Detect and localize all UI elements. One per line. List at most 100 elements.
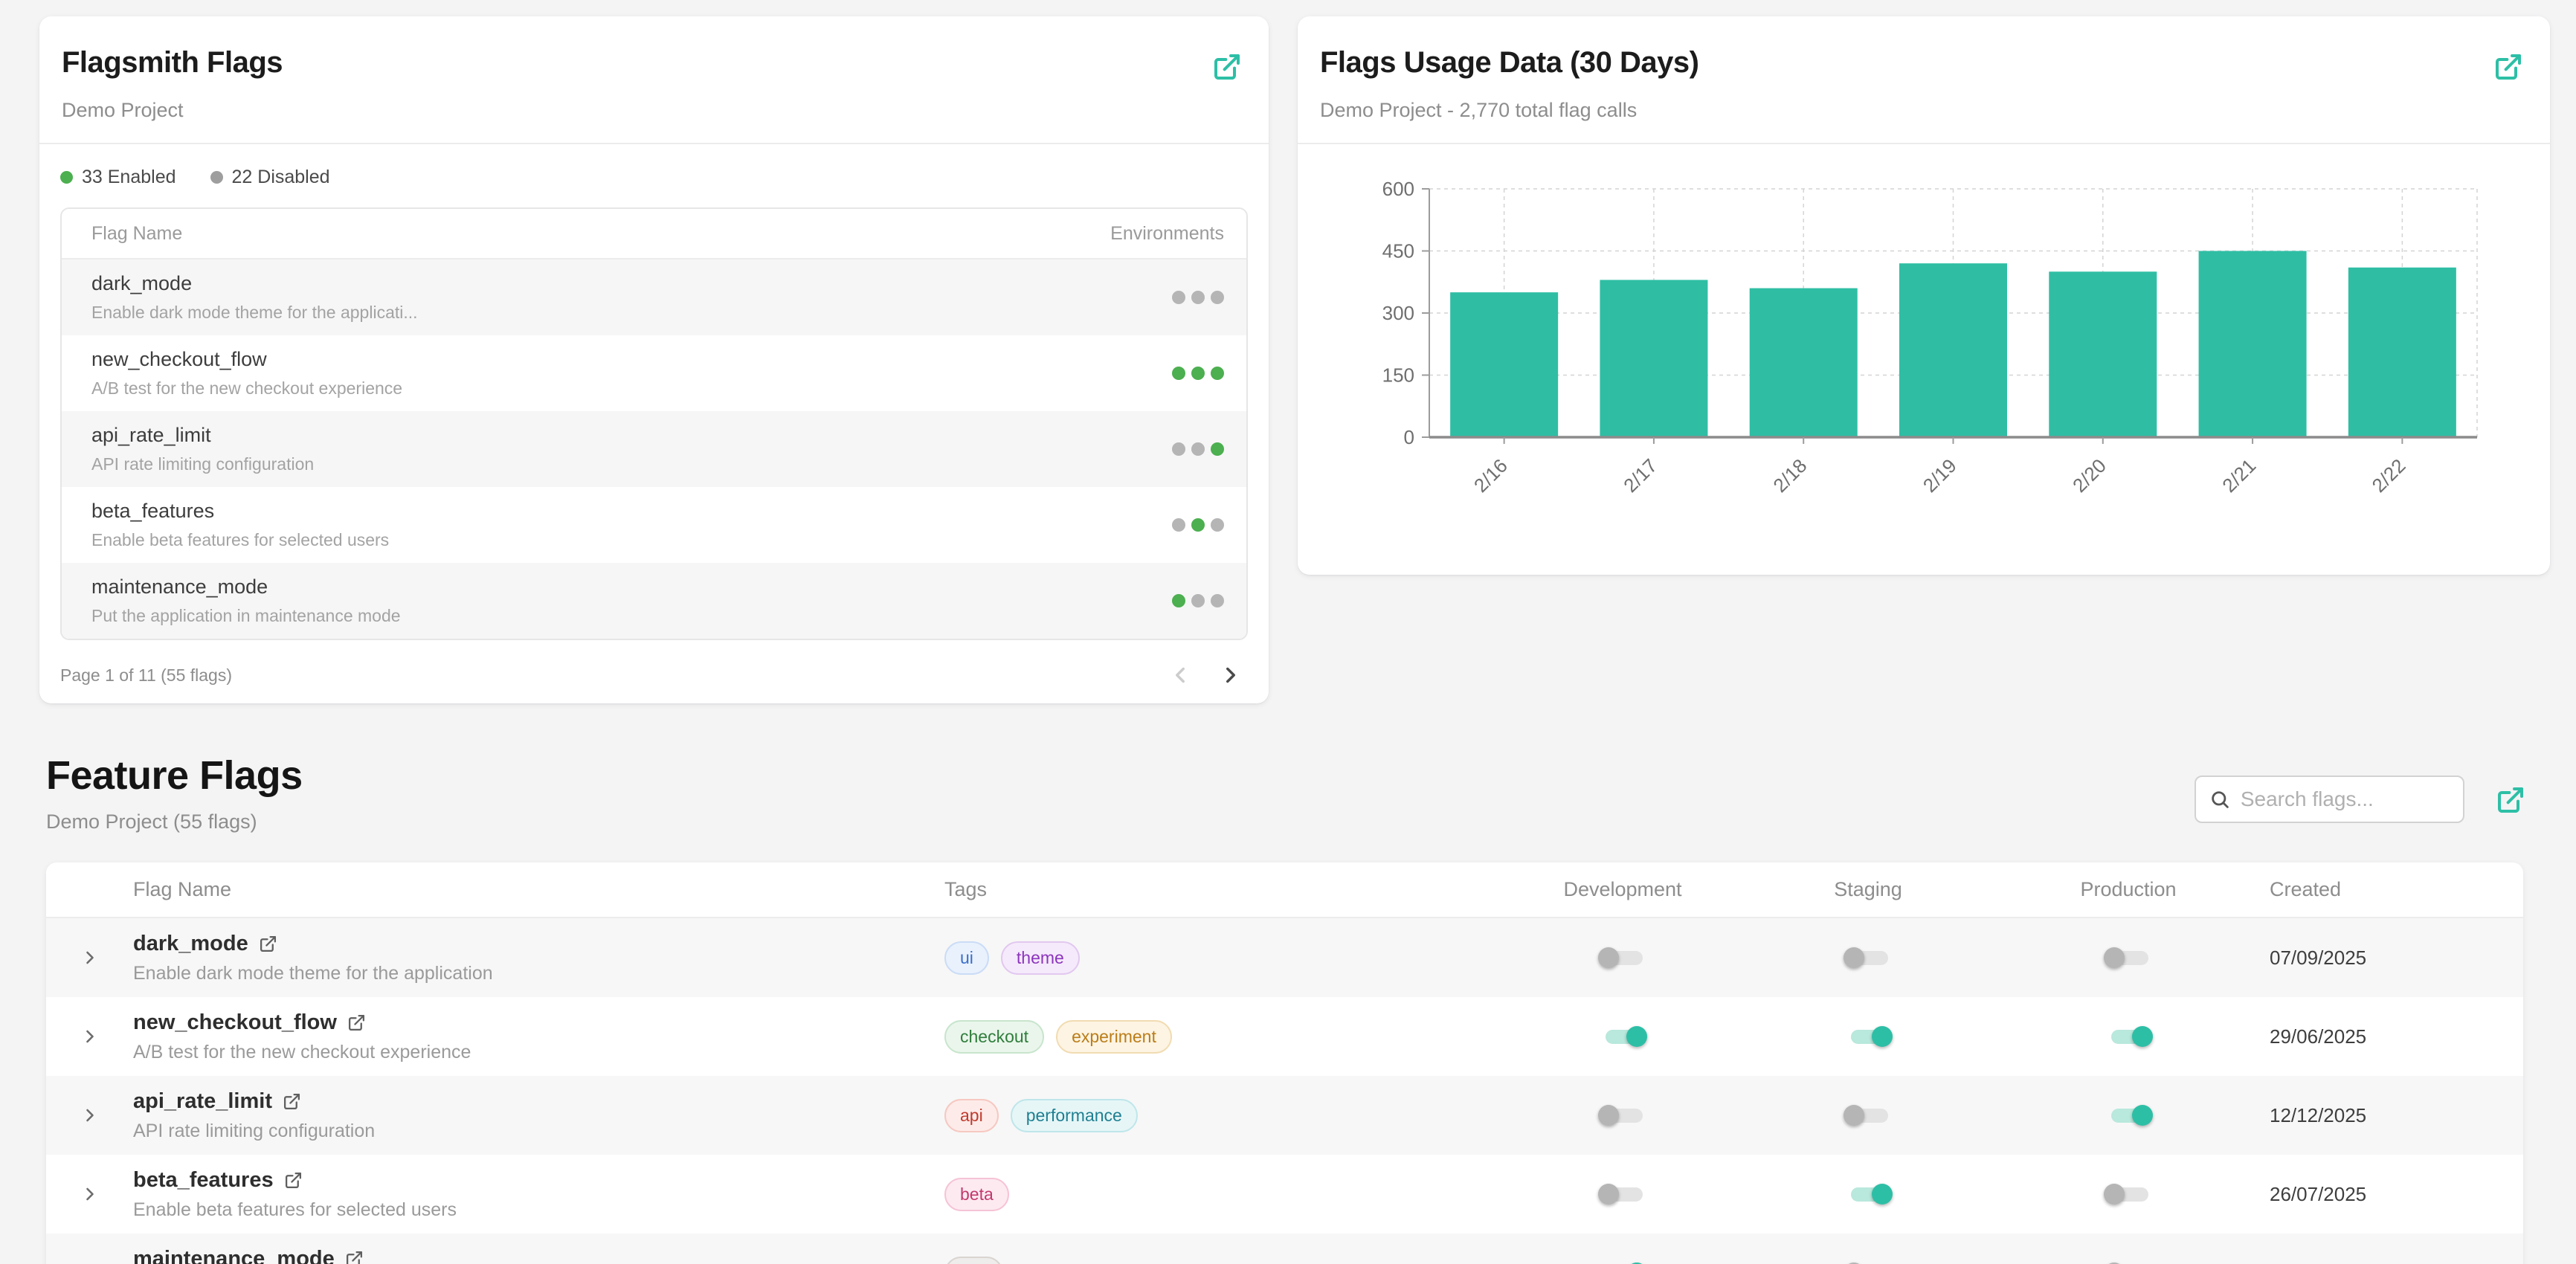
svg-text:2/18: 2/18 xyxy=(1768,454,1811,497)
flag-cell: maintenance_mode Put the application in … xyxy=(133,1247,944,1264)
staging-toggle[interactable] xyxy=(1844,1260,1893,1264)
external-link-icon[interactable] xyxy=(1212,52,1242,82)
tags-cell: uitheme xyxy=(944,941,1519,975)
development-toggle[interactable] xyxy=(1598,945,1647,970)
created-date: 07/09/2025 xyxy=(2247,947,2523,970)
svg-text:300: 300 xyxy=(1382,302,1414,324)
expand-row-button[interactable] xyxy=(46,1105,133,1126)
created-date: 04/09/2025 xyxy=(2247,1262,2523,1264)
external-link-icon[interactable] xyxy=(283,1092,301,1111)
production-toggle[interactable] xyxy=(2104,1260,2153,1264)
production-toggle[interactable] xyxy=(2104,1181,2153,1207)
flag-name: maintenance_mode xyxy=(133,1247,335,1264)
table-row: new_checkout_flow A/B test for the new c… xyxy=(62,335,1246,411)
mini-table-header: Flag Name Environments xyxy=(62,209,1246,259)
external-link-icon[interactable] xyxy=(284,1171,303,1190)
environment-dots xyxy=(1172,367,1224,380)
external-link-icon[interactable] xyxy=(345,1250,364,1264)
flags-card-body: 33 Enabled 22 Disabled Flag Name Environ… xyxy=(39,144,1269,697)
external-link-icon[interactable] xyxy=(347,1013,366,1032)
enabled-dot-icon xyxy=(60,171,73,184)
production-toggle[interactable] xyxy=(2104,1024,2153,1049)
table-row: dark_mode Enable dark mode theme for the… xyxy=(46,918,2523,997)
table-row: api_rate_limit API rate limiting configu… xyxy=(62,411,1246,487)
col-flag-name: Flag Name xyxy=(133,878,944,901)
toggle-knob xyxy=(1598,1105,1619,1126)
environment-dot-off xyxy=(1172,291,1185,304)
disabled-dot-icon xyxy=(210,171,223,184)
development-toggle[interactable] xyxy=(1598,1260,1647,1264)
created-date: 29/06/2025 xyxy=(2247,1025,2523,1048)
table-row: beta_features Enable beta features for s… xyxy=(62,487,1246,563)
environment-dots xyxy=(1172,291,1224,304)
flag-description: A/B test for the new checkout experience xyxy=(91,378,402,399)
expand-row-button[interactable] xyxy=(46,1026,133,1047)
search-input[interactable] xyxy=(2241,787,2450,811)
staging-toggle[interactable] xyxy=(1844,945,1893,970)
environment-dots xyxy=(1172,518,1224,532)
svg-text:600: 600 xyxy=(1382,178,1414,200)
usage-bar-chart: 01503004506002/162/172/182/192/202/212/2… xyxy=(1298,144,2550,575)
svg-text:0: 0 xyxy=(1404,426,1414,448)
flagsmith-flags-card: Flagsmith Flags Demo Project 33 Enabled … xyxy=(39,16,1269,703)
tag-checkout: checkout xyxy=(944,1020,1044,1054)
environment-dot-off xyxy=(1211,291,1224,304)
external-link-icon[interactable] xyxy=(259,935,277,953)
flag-description: API rate limiting configuration xyxy=(133,1120,944,1142)
environment-dot-on xyxy=(1191,518,1205,532)
tag-performance: performance xyxy=(1011,1099,1138,1132)
usage-card-title: Flags Usage Data (30 Days) xyxy=(1320,46,2528,80)
environment-dot-on xyxy=(1172,594,1185,607)
svg-text:2/19: 2/19 xyxy=(1919,454,1961,497)
svg-text:2/16: 2/16 xyxy=(1469,454,1512,497)
toggle-knob xyxy=(2104,1184,2125,1205)
flag-description: Enable beta features for selected users xyxy=(133,1199,944,1221)
usage-card-header: Flags Usage Data (30 Days) Demo Project … xyxy=(1298,16,2550,144)
previous-page-icon[interactable] xyxy=(1168,662,1193,688)
usage-card-subtitle: Demo Project - 2,770 total flag calls xyxy=(1320,99,2528,122)
svg-text:450: 450 xyxy=(1382,240,1414,262)
staging-toggle[interactable] xyxy=(1844,1181,1893,1207)
tags-cell: checkoutexperiment xyxy=(944,1020,1519,1054)
chevron-right-icon xyxy=(80,1184,100,1205)
development-toggle[interactable] xyxy=(1598,1181,1647,1207)
flag-cell: dark_mode Enable dark mode theme for the… xyxy=(133,932,944,984)
staging-toggle[interactable] xyxy=(1844,1024,1893,1049)
environment-dot-off xyxy=(1211,518,1224,532)
flag-description: API rate limiting configuration xyxy=(91,454,314,474)
search-box xyxy=(2195,776,2464,823)
staging-toggle[interactable] xyxy=(1844,1103,1893,1128)
toggle-knob xyxy=(1872,1184,1893,1205)
flag-name: beta_features xyxy=(91,500,389,523)
flags-card-title: Flagsmith Flags xyxy=(62,46,1246,80)
production-toggle[interactable] xyxy=(2104,945,2153,970)
flag-name: api_rate_limit xyxy=(133,1089,272,1114)
flag-info: api_rate_limit API rate limiting configu… xyxy=(91,424,314,474)
tag-beta: beta xyxy=(944,1178,1009,1211)
tags-cell: apiperformance xyxy=(944,1099,1519,1132)
flag-name: dark_mode xyxy=(133,932,248,956)
expand-row-button[interactable] xyxy=(46,1184,133,1205)
expand-row-button[interactable] xyxy=(46,947,133,968)
flags-card-subtitle: Demo Project xyxy=(62,99,1246,122)
dashboard-page: Flagsmith Flags Demo Project 33 Enabled … xyxy=(0,0,2576,1264)
environment-dots xyxy=(1172,442,1224,456)
next-page-icon[interactable] xyxy=(1218,662,1243,688)
external-link-icon[interactable] xyxy=(2493,52,2523,82)
flag-description: A/B test for the new checkout experience xyxy=(133,1042,944,1063)
toggle-knob xyxy=(2132,1105,2153,1126)
chevron-right-icon xyxy=(80,1105,100,1126)
development-toggle[interactable] xyxy=(1598,1024,1647,1049)
environment-dot-on xyxy=(1191,367,1205,380)
svg-text:2/20: 2/20 xyxy=(2068,454,2110,497)
col-development: Development xyxy=(1519,878,1727,901)
svg-text:2/17: 2/17 xyxy=(1619,454,1661,497)
development-toggle[interactable] xyxy=(1598,1103,1647,1128)
flag-info: maintenance_mode Put the application in … xyxy=(91,575,401,626)
flags-card-header: Flagsmith Flags Demo Project xyxy=(39,16,1269,144)
col-staging: Staging xyxy=(1727,878,2009,901)
external-link-icon[interactable] xyxy=(2496,785,2525,815)
production-toggle[interactable] xyxy=(2104,1103,2153,1128)
flag-name: dark_mode xyxy=(91,272,418,295)
environment-dot-off xyxy=(1172,518,1185,532)
